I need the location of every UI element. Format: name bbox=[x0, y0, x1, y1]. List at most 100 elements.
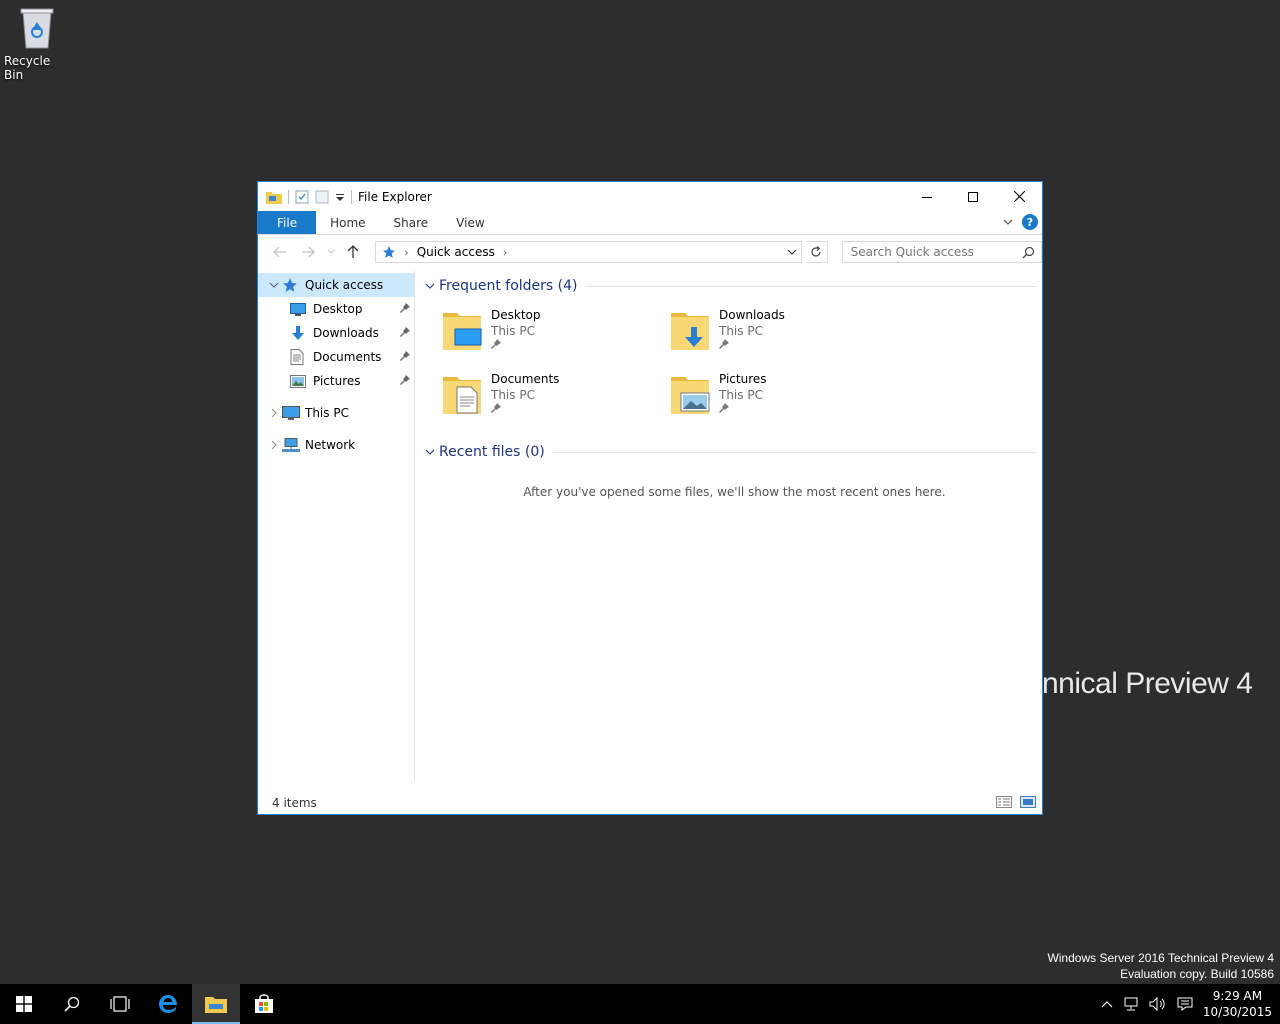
address-bar[interactable]: › Quick access › bbox=[375, 241, 802, 263]
back-button[interactable] bbox=[268, 240, 292, 264]
documents-folder-icon bbox=[443, 377, 481, 414]
help-button[interactable]: ? bbox=[1022, 214, 1038, 230]
qat-separator bbox=[288, 189, 289, 204]
recycle-bin[interactable]: Recycle Bin bbox=[4, 6, 70, 82]
tab-view[interactable]: View bbox=[442, 211, 498, 234]
maximize-button[interactable] bbox=[950, 182, 996, 211]
search-icon[interactable] bbox=[1022, 246, 1035, 259]
breadcrumb-chevron-icon[interactable]: › bbox=[404, 246, 408, 259]
volume-icon[interactable] bbox=[1149, 997, 1167, 1011]
tree-item-desktop[interactable]: Desktop bbox=[258, 297, 414, 321]
tab-file[interactable]: File bbox=[258, 211, 317, 234]
taskbar: 9:29 AM 10/30/2015 bbox=[0, 984, 1280, 1024]
collapse-chevron-icon[interactable] bbox=[266, 281, 282, 289]
pin-icon[interactable] bbox=[400, 351, 410, 361]
navigation-bar: › Quick access › bbox=[258, 235, 1042, 269]
folder-tile-meta: Pictures This PC bbox=[719, 371, 767, 419]
minimize-icon bbox=[922, 196, 932, 198]
tree-item-pictures[interactable]: Pictures bbox=[258, 369, 414, 393]
search-taskbar-button[interactable] bbox=[48, 984, 96, 1024]
minimize-button[interactable] bbox=[904, 182, 950, 211]
new-folder-icon[interactable] bbox=[315, 190, 329, 204]
pin-icon[interactable] bbox=[400, 327, 410, 337]
folder-location: This PC bbox=[491, 388, 535, 402]
forward-button[interactable] bbox=[296, 240, 320, 264]
breadcrumb-quick-access[interactable]: Quick access bbox=[417, 245, 495, 259]
desktop-folder-icon bbox=[443, 313, 482, 350]
pin-icon[interactable] bbox=[491, 339, 501, 349]
tree-item-network[interactable]: Network bbox=[258, 433, 414, 457]
frequent-folders-header[interactable]: Frequent folders (4) bbox=[423, 275, 1036, 297]
edge-taskbar-button[interactable] bbox=[144, 984, 192, 1024]
file-explorer-icon bbox=[205, 997, 227, 1013]
desktop-icon bbox=[290, 301, 308, 317]
navigation-pane[interactable]: Quick access Desktop Downloads Documents… bbox=[258, 269, 415, 781]
large-icons-view-icon[interactable] bbox=[1020, 796, 1036, 808]
os-watermark: Windows Server 2016 Technical Preview 4 … bbox=[1047, 950, 1274, 982]
pin-icon[interactable] bbox=[400, 303, 410, 313]
tree-item-this-pc[interactable]: This PC bbox=[258, 401, 414, 425]
view-toggles bbox=[996, 796, 1036, 808]
search-icon bbox=[64, 996, 80, 1012]
title-bar[interactable]: File Explorer bbox=[258, 182, 1042, 211]
search-input[interactable] bbox=[850, 245, 1021, 259]
show-hidden-icons-icon[interactable] bbox=[1101, 999, 1113, 1009]
details-view-icon[interactable] bbox=[996, 796, 1012, 808]
pin-icon[interactable] bbox=[719, 339, 729, 349]
file-explorer-window: File Explorer File Home Share View ? › Q… bbox=[257, 181, 1043, 815]
frequent-folders-grid: Desktop This PC Downloads This PC Docume… bbox=[423, 297, 1036, 419]
downloads-folder-icon bbox=[671, 313, 709, 350]
tree-item-documents[interactable]: Documents bbox=[258, 345, 414, 369]
recent-files-header[interactable]: Recent files (0) bbox=[423, 441, 1036, 463]
tree-item-label: Pictures bbox=[313, 374, 361, 388]
address-dropdown-icon[interactable] bbox=[785, 245, 799, 259]
downloads-icon bbox=[290, 325, 308, 341]
pin-icon[interactable] bbox=[491, 403, 501, 413]
recent-locations-button[interactable] bbox=[324, 240, 338, 264]
expand-chevron-icon[interactable] bbox=[266, 440, 282, 450]
pin-icon[interactable] bbox=[400, 375, 410, 385]
tree-item-label: Documents bbox=[313, 350, 382, 364]
documents-icon bbox=[290, 349, 308, 365]
group-divider bbox=[552, 451, 1036, 453]
windows-logo-icon bbox=[16, 996, 32, 1012]
tree-item-quick-access[interactable]: Quick access bbox=[258, 273, 414, 297]
properties-icon[interactable] bbox=[295, 190, 309, 204]
folder-tile-documents[interactable]: Documents This PC bbox=[441, 371, 669, 419]
search-box[interactable] bbox=[841, 241, 1042, 263]
close-button[interactable] bbox=[996, 182, 1042, 211]
folder-tile-meta: Desktop This PC bbox=[491, 307, 541, 355]
tab-share[interactable]: Share bbox=[380, 211, 443, 234]
network-tray-icon[interactable] bbox=[1123, 997, 1139, 1011]
pin-icon[interactable] bbox=[719, 403, 729, 413]
action-center-icon[interactable] bbox=[1177, 997, 1193, 1011]
folder-tile-downloads[interactable]: Downloads This PC bbox=[669, 307, 897, 355]
qat-separator bbox=[351, 189, 352, 204]
folder-name: Pictures bbox=[719, 372, 767, 386]
tree-item-label: Network bbox=[305, 438, 356, 452]
file-explorer-taskbar-button[interactable] bbox=[192, 984, 240, 1024]
store-taskbar-button[interactable] bbox=[240, 984, 288, 1024]
task-view-button[interactable] bbox=[96, 984, 144, 1024]
expand-ribbon-icon[interactable] bbox=[1002, 216, 1014, 228]
expand-chevron-icon[interactable] bbox=[266, 408, 282, 418]
clock[interactable]: 9:29 AM 10/30/2015 bbox=[1203, 988, 1272, 1020]
folder-tile-pictures[interactable]: Pictures This PC bbox=[669, 371, 897, 419]
wallpaper-branding: nnical Preview 4 bbox=[1042, 667, 1253, 700]
group-divider bbox=[585, 285, 1036, 287]
explorer-body: Quick access Desktop Downloads Documents… bbox=[258, 269, 1042, 781]
status-bar: 4 items bbox=[258, 792, 1042, 814]
start-button[interactable] bbox=[0, 984, 48, 1024]
quick-access-star-icon bbox=[282, 277, 300, 293]
tab-home[interactable]: Home bbox=[316, 211, 379, 234]
folder-location: This PC bbox=[719, 388, 763, 402]
tree-item-downloads[interactable]: Downloads bbox=[258, 321, 414, 345]
refresh-button[interactable] bbox=[805, 241, 828, 263]
pictures-folder-icon bbox=[671, 377, 710, 414]
customize-qat-icon[interactable] bbox=[335, 192, 345, 202]
up-button[interactable] bbox=[341, 240, 365, 264]
folder-app-icon bbox=[266, 191, 282, 204]
breadcrumb-chevron-icon[interactable]: › bbox=[503, 246, 507, 259]
folder-tile-desktop[interactable]: Desktop This PC bbox=[441, 307, 669, 355]
